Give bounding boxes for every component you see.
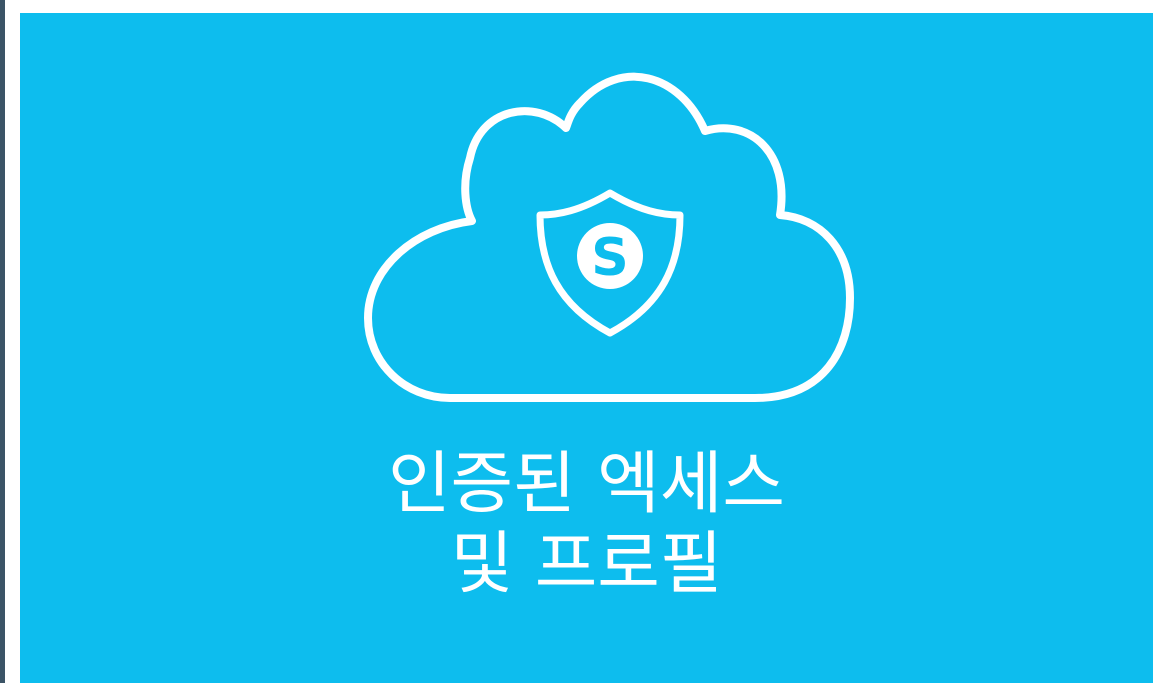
caption-line-2: 및 프로필 bbox=[450, 525, 723, 604]
feature-tile: S 인증된 엑세스 및 프로필 bbox=[20, 13, 1153, 683]
badge-letter: S bbox=[591, 228, 628, 288]
secure-cloud-shield-icon: S bbox=[364, 72, 854, 402]
left-border bbox=[0, 0, 5, 683]
feature-caption: 인증된 엑세스 및 프로필 bbox=[20, 445, 1153, 605]
caption-line-1: 인증된 엑세스 bbox=[388, 445, 785, 524]
